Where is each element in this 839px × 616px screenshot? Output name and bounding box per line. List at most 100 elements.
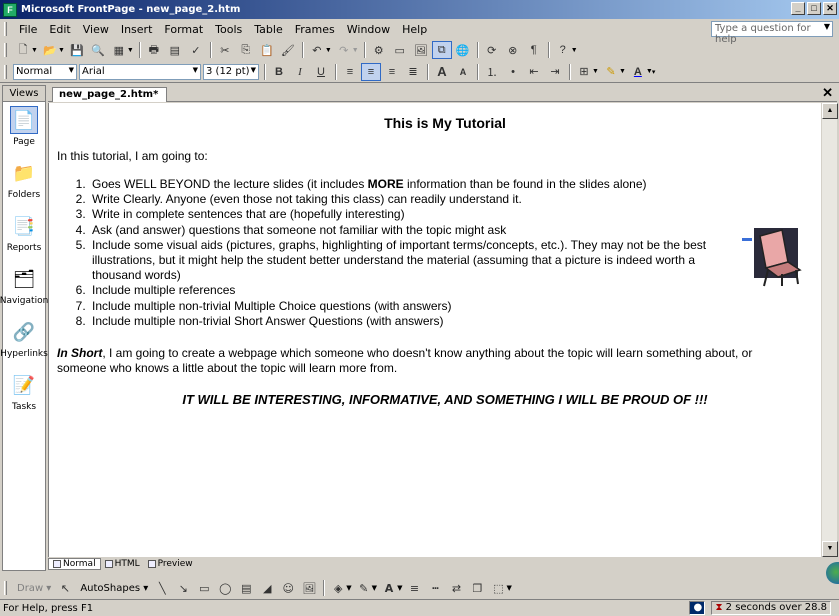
font-color-icon[interactable]: A (379, 579, 399, 597)
web-component-icon[interactable]: ⚙ (369, 41, 389, 59)
menu-table[interactable]: Table (248, 23, 288, 36)
line-color-icon[interactable]: ✎ (354, 579, 374, 597)
maximize-button[interactable]: □ (807, 2, 821, 15)
chevron-down-icon[interactable]: ▼ (824, 22, 830, 31)
font-size-select[interactable]: 3 (12 pt) ▼ (203, 63, 259, 80)
chevron-down-icon[interactable]: ▼ (592, 68, 599, 75)
tab-normal[interactable]: Normal (48, 558, 101, 570)
chevron-down-icon[interactable]: ▼ (193, 66, 198, 74)
menu-insert[interactable]: Insert (115, 23, 159, 36)
borders-icon[interactable]: ⊞ (574, 63, 594, 81)
tab-preview[interactable]: Preview (144, 559, 197, 569)
toolbar-grip[interactable] (4, 581, 7, 595)
help-question-input[interactable]: Type a question for help ▼ (711, 21, 833, 45)
toolbar-grip[interactable] (4, 64, 7, 79)
draw-menu[interactable]: Draw ▾ (13, 583, 55, 594)
tab-html[interactable]: HTML (101, 559, 144, 569)
menu-frames[interactable]: Frames (289, 23, 341, 36)
menu-edit[interactable]: Edit (43, 23, 76, 36)
close-button[interactable]: ✕ (823, 2, 837, 15)
minimize-button[interactable]: _ (791, 2, 805, 15)
hyperlink-icon[interactable]: 🌐 (453, 41, 473, 59)
insert-picture-icon[interactable]: 🖼 (299, 579, 319, 597)
oval-icon[interactable]: ◯ (215, 579, 235, 597)
fill-color-icon[interactable]: ◈ (328, 579, 348, 597)
rectangle-icon[interactable]: ▭ (194, 579, 214, 597)
show-all-icon[interactable]: ¶ (524, 41, 544, 59)
chevron-down-icon[interactable]: ▼ (619, 68, 626, 75)
print-icon[interactable]: 🖶 (144, 41, 164, 59)
vertical-scrollbar[interactable]: ▲ ▼ (821, 103, 838, 557)
textbox-icon[interactable]: ▤ (236, 579, 256, 597)
chevron-down-icon[interactable]: ▼ (506, 584, 511, 592)
dash-style-icon[interactable]: ┅ (425, 579, 445, 597)
font-select[interactable]: Arial ▼ (79, 63, 201, 80)
toolbar-options-icon[interactable]: ▾ (652, 68, 656, 76)
cut-icon[interactable]: ✂ (215, 41, 235, 59)
view-folders[interactable]: 📁 Folders (3, 155, 45, 208)
font-color-icon[interactable]: A (628, 63, 648, 81)
highlight-icon[interactable]: ✎ (601, 63, 621, 81)
chevron-down-icon[interactable]: ▼ (397, 584, 402, 592)
menu-view[interactable]: View (77, 23, 115, 36)
toolbar-grip[interactable] (4, 22, 7, 36)
refresh-icon[interactable]: ⟳ (482, 41, 502, 59)
document-tab[interactable]: new_page_2.htm* (52, 87, 168, 102)
stop-icon[interactable]: ⊗ (503, 41, 523, 59)
toolbar-grip[interactable] (4, 43, 7, 57)
print-preview-icon[interactable]: ▤ (165, 41, 185, 59)
chevron-down-icon[interactable]: ▼ (251, 66, 256, 74)
page-editor[interactable]: This is My Tutorial In this tutorial, I … (48, 103, 821, 557)
view-page[interactable]: 📄 Page (3, 102, 45, 155)
align-center-icon[interactable]: ≡ (361, 62, 381, 81)
menu-window[interactable]: Window (341, 23, 396, 36)
increase-font-icon[interactable]: A (432, 63, 452, 81)
open-folder-icon[interactable]: 📂 (40, 41, 60, 59)
view-tasks[interactable]: 📝 Tasks (3, 367, 45, 420)
student-desk-clipart[interactable] (742, 222, 810, 288)
align-left-icon[interactable]: ≡ (340, 63, 360, 81)
publish-icon[interactable]: ▦ (109, 41, 129, 59)
increase-indent-icon[interactable]: ⇥ (545, 63, 565, 81)
view-navigation[interactable]: 🗂 Navigation (0, 261, 48, 314)
scroll-up-icon[interactable]: ▲ (822, 103, 838, 119)
select-objects-icon[interactable]: ↖ (55, 579, 75, 597)
chevron-down-icon[interactable]: ▼ (346, 584, 351, 592)
3d-icon[interactable]: ⬚ (488, 579, 508, 597)
arrow-style-icon[interactable]: ⇄ (446, 579, 466, 597)
align-right-icon[interactable]: ≡ (382, 63, 402, 81)
save-icon[interactable]: 💾 (67, 41, 87, 59)
insert-picture-icon[interactable]: 🖼 (411, 41, 431, 59)
close-document-icon[interactable]: ✕ (822, 85, 833, 101)
chevron-down-icon[interactable]: ▼ (69, 66, 74, 74)
paste-icon[interactable]: 📋 (257, 41, 277, 59)
copy-icon[interactable]: ⎘ (236, 41, 256, 59)
new-page-icon[interactable]: 🗋 (13, 41, 33, 59)
underline-icon[interactable]: U (311, 63, 331, 81)
chevron-down-icon[interactable]: ▼ (127, 47, 134, 54)
redo-icon[interactable]: ↷ (334, 41, 354, 59)
view-reports[interactable]: 📑 Reports (3, 208, 45, 261)
scroll-down-icon[interactable]: ▼ (822, 541, 838, 557)
shadow-icon[interactable]: ❐ (467, 579, 487, 597)
search-icon[interactable]: 🔍 (88, 41, 108, 59)
insert-table-icon[interactable]: ▭ (390, 41, 410, 59)
line-style-icon[interactable]: ≡ (404, 579, 424, 597)
chevron-down-icon[interactable]: ▼ (352, 47, 359, 54)
menu-help[interactable]: Help (396, 23, 433, 36)
arrow-icon[interactable]: ↘ (173, 579, 193, 597)
decrease-indent-icon[interactable]: ⇤ (524, 63, 544, 81)
help-icon[interactable]: ? (553, 41, 573, 59)
download-time[interactable]: ⧗ 2 seconds over 28.8 (711, 601, 831, 615)
format-painter-icon[interactable]: 🖌 (278, 41, 298, 59)
chevron-down-icon[interactable]: ▼ (58, 47, 65, 54)
numbered-list-icon[interactable]: ⒈ (482, 63, 502, 81)
bulleted-list-icon[interactable]: • (503, 63, 523, 81)
decrease-font-icon[interactable]: A (453, 63, 473, 81)
italic-icon[interactable]: I (290, 63, 310, 81)
insert-layer-icon[interactable]: ⧉ (431, 41, 452, 59)
menu-file[interactable]: File (13, 23, 43, 36)
wordart-icon[interactable]: ◢ (257, 579, 277, 597)
justify-icon[interactable]: ≣ (403, 63, 423, 81)
clipart-icon[interactable]: ☺ (278, 579, 298, 597)
